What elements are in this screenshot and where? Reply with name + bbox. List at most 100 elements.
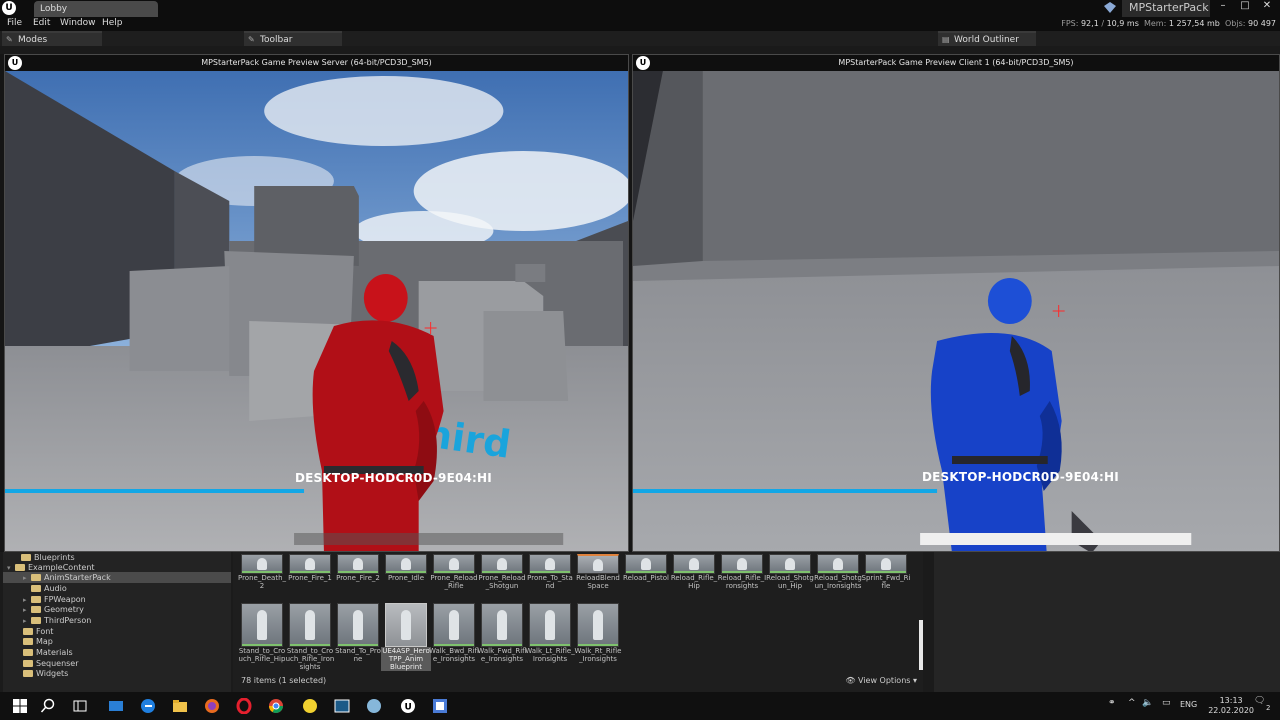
performance-stats: FPS: 92,1 / 10,9 ms Mem: 1 257,54 mb Obj… (1061, 19, 1276, 28)
asset-tile[interactable]: Walk_Rt_Rifle_Ironsights (575, 603, 621, 663)
asset-thumbnail (433, 603, 475, 647)
tab-toolbar[interactable]: ✎ Toolbar (244, 31, 342, 46)
asset-label: Prone_To_Stand (527, 574, 573, 590)
windows-start-icon[interactable] (12, 698, 28, 714)
firefox-icon[interactable] (204, 698, 220, 714)
server-preview-viewport[interactable]: U MPStarterPack Game Preview Server (64-… (4, 54, 629, 552)
edge-icon[interactable] (140, 698, 156, 714)
asset-label: Prone_Reload_Rifle (430, 574, 478, 590)
asset-tile[interactable]: ReloadBlend Space (576, 554, 621, 590)
menu-help[interactable]: Help (102, 18, 123, 28)
level-tab[interactable]: Lobby (34, 1, 158, 17)
memory-value: 1 257,54 mb (1168, 19, 1220, 28)
health-bar (633, 489, 938, 493)
input-language[interactable]: ENG (1180, 700, 1197, 709)
asset-tile[interactable]: Prone_Fire_1 (288, 554, 333, 582)
folder-tree: Blueprints ▾ ExampleContent ▸ AnimStarterP… (3, 552, 231, 692)
asset-tile[interactable]: Walk_Fwd_Rifle_Ironsights (477, 603, 527, 663)
asset-grid: Prone_Death_2 Prone_Fire_1 Prone_Fire_2 … (233, 552, 923, 692)
clock-date: 22.02.2020 (1208, 706, 1254, 715)
unreal-editor-window: U Lobby MPStarterPack – □ ✕ File Edit Wi… (0, 0, 1280, 720)
asset-tile[interactable]: Reload_Rifle_Hip (671, 554, 717, 590)
unreal-logo-icon[interactable]: U (2, 1, 16, 15)
task-view-icon[interactable] (72, 698, 88, 714)
view-options-button[interactable]: 👁 View Options ▾ (845, 676, 917, 685)
asset-tile[interactable]: Reload_Shotgun_Hip (766, 554, 814, 590)
app-icon[interactable] (334, 698, 350, 714)
asset-tile[interactable]: Walk_Lt_Rifle_Ironsights (525, 603, 575, 663)
chrome-icon[interactable] (268, 698, 284, 714)
svg-text:U: U (405, 703, 412, 713)
panel-tab-row: ✎ Modes ✎ Toolbar ▤ World Outliner (0, 31, 1280, 46)
asset-scrollbar[interactable] (919, 620, 923, 670)
app-icon[interactable] (366, 698, 382, 714)
tree-item-audio[interactable]: Audio (31, 583, 231, 594)
tree-item-map[interactable]: Map (23, 636, 231, 647)
opera-icon[interactable] (236, 698, 252, 714)
folder-icon (31, 596, 41, 603)
asset-thumbnail (769, 554, 811, 574)
asset-tile[interactable]: Stand_To_Prone (335, 603, 381, 663)
tree-item-widgets[interactable]: Widgets (23, 668, 231, 679)
expand-arrow-icon[interactable]: ▸ (23, 573, 31, 584)
search-icon[interactable] (40, 698, 56, 714)
tree-item-thirdperson[interactable]: ▸ ThirdPerson (23, 615, 231, 626)
asset-tile[interactable]: Stand_to_Crouch_Rifle_Hip (239, 603, 285, 663)
tree-item-geometry[interactable]: ▸ Geometry (23, 604, 231, 615)
player-name-tag: DESKTOP-HODCR0D-9E04:HI (295, 471, 492, 485)
client-preview-viewport[interactable]: U MPStarterPack Game Preview Client 1 (6… (632, 54, 1280, 552)
asset-tile[interactable]: Walk_Bwd_Rifle_Ironsights (429, 603, 479, 663)
unreal-taskbar-icon[interactable]: U (400, 698, 416, 714)
asset-tile[interactable]: Prone_Fire_2 (336, 554, 381, 582)
network-icon[interactable]: ▭ (1162, 698, 1171, 708)
toolbar-strip (0, 46, 1280, 54)
file-explorer-icon[interactable] (172, 698, 188, 714)
asset-tile[interactable]: Reload_Rifle_Ironsights (718, 554, 766, 590)
asset-tile[interactable]: Prone_To_Stand (527, 554, 573, 590)
minimize-button[interactable]: – (1212, 0, 1234, 14)
asset-thumbnail (289, 554, 331, 574)
asset-thumbnail (385, 603, 427, 647)
tree-item-materials[interactable]: Materials (23, 647, 231, 658)
asset-tile[interactable]: Prone_Reload_Shotgun (478, 554, 526, 590)
asset-thumbnail (529, 603, 571, 647)
notifications-icon[interactable]: 🗨 (1254, 696, 1265, 706)
asset-label: Prone_Reload_Shotgun (478, 574, 526, 590)
speaker-icon[interactable]: 🔈 (1142, 698, 1153, 708)
tree-item-animstarterpack[interactable]: ▸ AnimStarterPack (3, 572, 231, 583)
app-icon[interactable] (432, 698, 448, 714)
asset-label: Prone_Fire_2 (336, 574, 380, 582)
system-clock[interactable]: 13:13 22.02.2020 (1208, 696, 1254, 716)
content-browser: Blueprints ▾ ExampleContent ▸ AnimStarterP… (0, 552, 1280, 692)
asset-tile[interactable]: Sprint_Fwd_Rifle (862, 554, 910, 590)
maximize-button[interactable]: □ (1234, 0, 1256, 14)
asset-tile[interactable]: Reload_Shotgun_Ironsights (814, 554, 862, 590)
folder-icon (23, 660, 33, 667)
menu-edit[interactable]: Edit (33, 18, 50, 28)
asset-label: Reload_Rifle_Ironsights (717, 574, 767, 590)
folder-icon (23, 638, 33, 645)
asset-tile[interactable]: Reload_Pistol (623, 554, 669, 582)
tab-world-outliner[interactable]: ▤ World Outliner (938, 31, 1036, 46)
windows-taskbar: U ⚭ ^ 🔈 ▭ ENG 13:13 22.02.2020 🗨 2 (0, 692, 1280, 720)
app-icon[interactable] (108, 698, 124, 714)
chevron-up-icon[interactable]: ^ (1128, 698, 1136, 708)
asset-thumbnail (433, 554, 475, 574)
app-icon[interactable] (302, 698, 318, 714)
asset-tile[interactable]: Prone_Reload_Rifle (430, 554, 478, 590)
asset-tile-selected[interactable]: UE4ASP_Hero TPP_Anim Blueprint (381, 603, 431, 671)
asset-thumbnail (241, 554, 283, 574)
tab-modes[interactable]: ✎ Modes (2, 31, 102, 46)
menu-window[interactable]: Window (60, 18, 96, 28)
asset-tile[interactable]: Stand_to_Crouch_Rifle_Ironsights (286, 603, 334, 671)
asset-thumbnail (625, 554, 667, 574)
close-button[interactable]: ✕ (1256, 0, 1278, 14)
menu-file[interactable]: File (7, 18, 22, 28)
asset-label: Stand_to_Crouch_Rifle_Ironsights (285, 647, 335, 671)
asset-tile[interactable]: Prone_Idle (385, 554, 429, 582)
people-icon[interactable]: ⚭ (1108, 698, 1116, 708)
asset-tile[interactable]: Prone_Death_2 (238, 554, 286, 590)
project-badge-icon (1104, 2, 1116, 13)
asset-label: Prone_Idle (387, 574, 425, 582)
asset-thumbnail (337, 603, 379, 647)
